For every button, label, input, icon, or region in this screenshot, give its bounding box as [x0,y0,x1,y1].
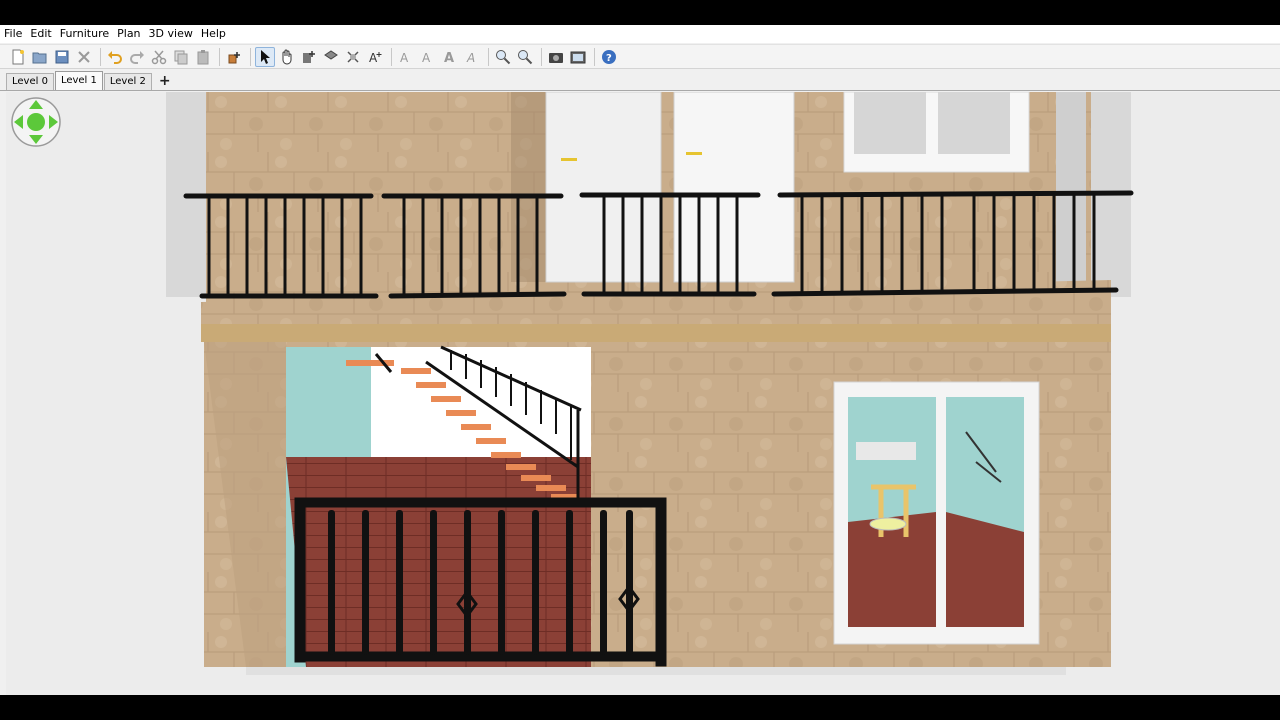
create-walls-icon[interactable] [299,47,319,67]
create-video-icon[interactable] [568,47,588,67]
zoom-in-icon[interactable] [493,47,513,67]
open-folder-icon[interactable] [30,47,50,67]
increase-text-icon[interactable]: A [418,47,438,67]
tab-level-1[interactable]: Level 1 [54,71,103,90]
menu-edit[interactable]: Edit [30,25,51,43]
tab-level-2[interactable]: Level 2 [103,73,152,90]
menu-3d-view[interactable]: 3D view [149,25,193,43]
3d-view[interactable] [6,92,1280,695]
add-level-button[interactable]: + [153,72,177,90]
menu-help[interactable]: Help [201,25,226,43]
add-furniture-icon[interactable] [224,47,244,67]
toolbar-separator [541,47,542,66]
undo-icon[interactable] [105,47,125,67]
zoom-out-icon[interactable] [515,47,535,67]
3d-scene [166,92,1134,675]
select-arrow-icon[interactable] [255,46,275,67]
svg-text:A: A [400,51,409,65]
cut-tools-icon[interactable] [74,47,94,67]
navigation-arrows-control[interactable] [10,96,62,148]
sweet-home-window: File Edit Furniture Plan 3D view Help A … [0,25,1280,695]
svg-text:A: A [466,51,475,65]
cut-icon[interactable] [149,47,169,67]
svg-text:?: ? [606,53,612,64]
create-rooms-icon[interactable] [321,47,341,67]
paste-icon[interactable] [193,47,213,67]
glass-door [833,381,1040,645]
text-style-icon[interactable]: A [396,47,416,67]
svg-text:A: A [369,51,378,65]
toolbar-separator [250,47,251,66]
upper-door-right [673,92,795,283]
help-icon[interactable]: ? [599,47,619,67]
toolbar-separator [594,47,595,66]
letterbox-top [0,0,1280,25]
create-dimensions-icon[interactable] [343,47,363,67]
toolbar-separator [219,47,220,66]
svg-text:A: A [422,51,431,65]
level-tabs: Level 0 Level 1 Level 2 + [0,70,1280,91]
save-icon[interactable] [52,47,72,67]
menu-furniture[interactable]: Furniture [60,25,109,43]
menu-file[interactable]: File [4,25,22,43]
toolbar-separator [488,47,489,66]
italic-text-icon[interactable]: A [462,47,482,67]
decrease-text-icon[interactable]: A [440,47,460,67]
add-text-icon[interactable]: A [365,47,385,67]
tab-level-0[interactable]: Level 0 [6,73,54,90]
svg-text:A: A [444,51,454,65]
create-photo-icon[interactable] [546,47,566,67]
toolbar-separator [391,47,392,66]
menubar: File Edit Furniture Plan 3D view Help [0,25,1280,43]
copy-icon[interactable] [171,47,191,67]
menu-plan[interactable]: Plan [117,25,140,43]
lower-facade [204,342,1111,675]
pan-hand-icon[interactable] [277,47,297,67]
toolbar: A A A A A ? [0,44,1280,69]
letterbox-bottom [0,695,1280,720]
redo-icon[interactable] [127,47,147,67]
upper-floor [166,92,1131,342]
new-file-icon[interactable] [8,47,28,67]
toolbar-separator [100,47,101,66]
